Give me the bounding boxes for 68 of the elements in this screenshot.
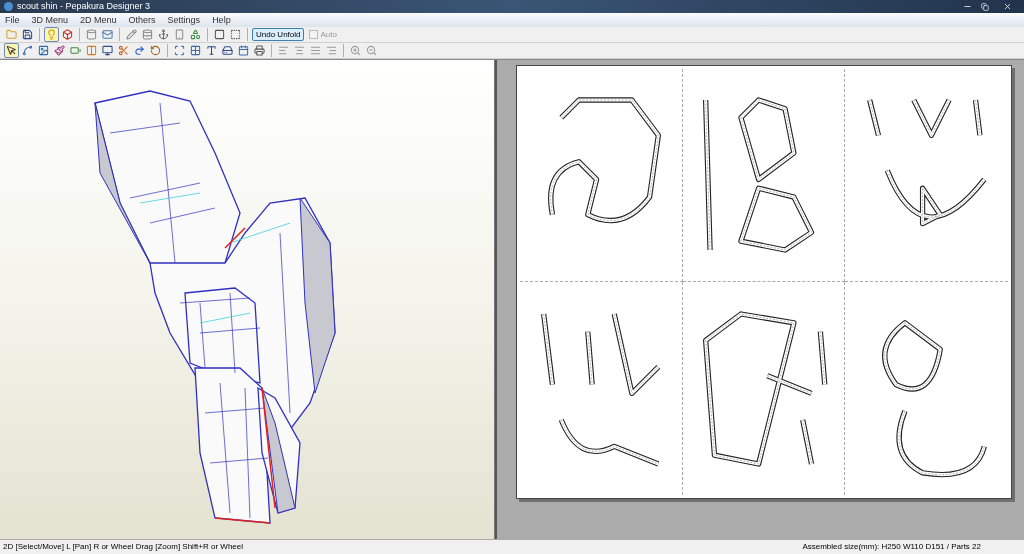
toolbar-button[interactable]: [220, 43, 235, 58]
align-justify-icon: [310, 45, 321, 56]
menu-item[interactable]: File: [5, 15, 20, 25]
close-icon: [1002, 2, 1012, 11]
align-center-icon: [294, 45, 305, 56]
pointer-icon: [6, 45, 17, 56]
redo-icon: [134, 45, 145, 56]
zoom-out-icon: [366, 45, 377, 56]
toolbar-button[interactable]: [36, 43, 51, 58]
toolbar-button[interactable]: [156, 27, 171, 42]
calendar-icon: [238, 45, 249, 56]
picture-icon: [38, 45, 49, 56]
toolbar-button[interactable]: [228, 27, 243, 42]
grid-icon: [190, 45, 201, 56]
toolbar-button[interactable]: [60, 27, 75, 42]
curve-icon: [22, 45, 33, 56]
toolbar-button[interactable]: [20, 43, 35, 58]
toolbar-button[interactable]: [204, 43, 219, 58]
drive-icon: [222, 45, 233, 56]
toolbar-button[interactable]: [172, 43, 187, 58]
toolbar-button[interactable]: [4, 43, 19, 58]
monitor-icon: [102, 45, 113, 56]
cube-icon: [62, 29, 73, 40]
app-icon: [4, 2, 13, 11]
align-left-icon: [278, 45, 289, 56]
toolbar-button[interactable]: [236, 43, 251, 58]
menu-item[interactable]: Settings: [167, 15, 201, 25]
align-right-icon: [326, 45, 337, 56]
frame-icon: [230, 29, 241, 40]
battery-icon: [70, 45, 81, 56]
rotate-icon: [150, 45, 161, 56]
toolbar-button[interactable]: [252, 43, 267, 58]
brush-icon: [54, 45, 65, 56]
cylinder-icon: [86, 29, 97, 40]
model-size-text: Assembled size(mm): H250 W110 D151 / Parts 22: [802, 543, 981, 551]
text-icon: [206, 45, 217, 56]
menu-item[interactable]: Others: [128, 15, 156, 25]
shapes-icon: [190, 29, 201, 40]
anchor-icon: [158, 29, 169, 40]
printer-icon: [254, 45, 265, 56]
undo-unfold-button[interactable]: Undo Unfold: [252, 28, 305, 41]
2d-view[interactable]: [495, 60, 1024, 539]
folder-icon: [6, 29, 17, 40]
toolbar-button[interactable]: [20, 27, 35, 42]
restore-icon: [981, 2, 989, 11]
columns-icon: [86, 45, 97, 56]
device-icon: [174, 29, 185, 40]
toolbar-button[interactable]: [148, 43, 163, 58]
auto-label: Auto: [320, 30, 337, 39]
pencil-icon: [126, 29, 137, 40]
toolbar-button[interactable]: [132, 43, 147, 58]
panel-icon: [214, 29, 225, 40]
save-icon: [22, 29, 33, 40]
status-text: 2D [Select/Move] L [Pan] R or Wheel Drag [Zoom] Shift+R or Wheel: [3, 543, 244, 551]
menu-item[interactable]: 2D Menu: [80, 15, 117, 25]
menu-item[interactable]: 3D Menu: [31, 15, 69, 25]
toolbar-button[interactable]: [212, 27, 227, 42]
database-icon: [142, 29, 153, 40]
toolbar-button[interactable]: [100, 43, 115, 58]
toolbar-button[interactable]: [52, 43, 67, 58]
envelope-icon: [102, 29, 113, 40]
window-title: scout shin - Pepakura Designer 3: [17, 2, 151, 11]
menu-item[interactable]: Help: [212, 15, 231, 25]
scan-icon: [174, 45, 185, 56]
toolbar-button[interactable]: [188, 43, 203, 58]
zoom-in-icon: [350, 45, 361, 56]
scissors-icon: [118, 45, 129, 56]
lightbulb-icon: [46, 29, 57, 40]
